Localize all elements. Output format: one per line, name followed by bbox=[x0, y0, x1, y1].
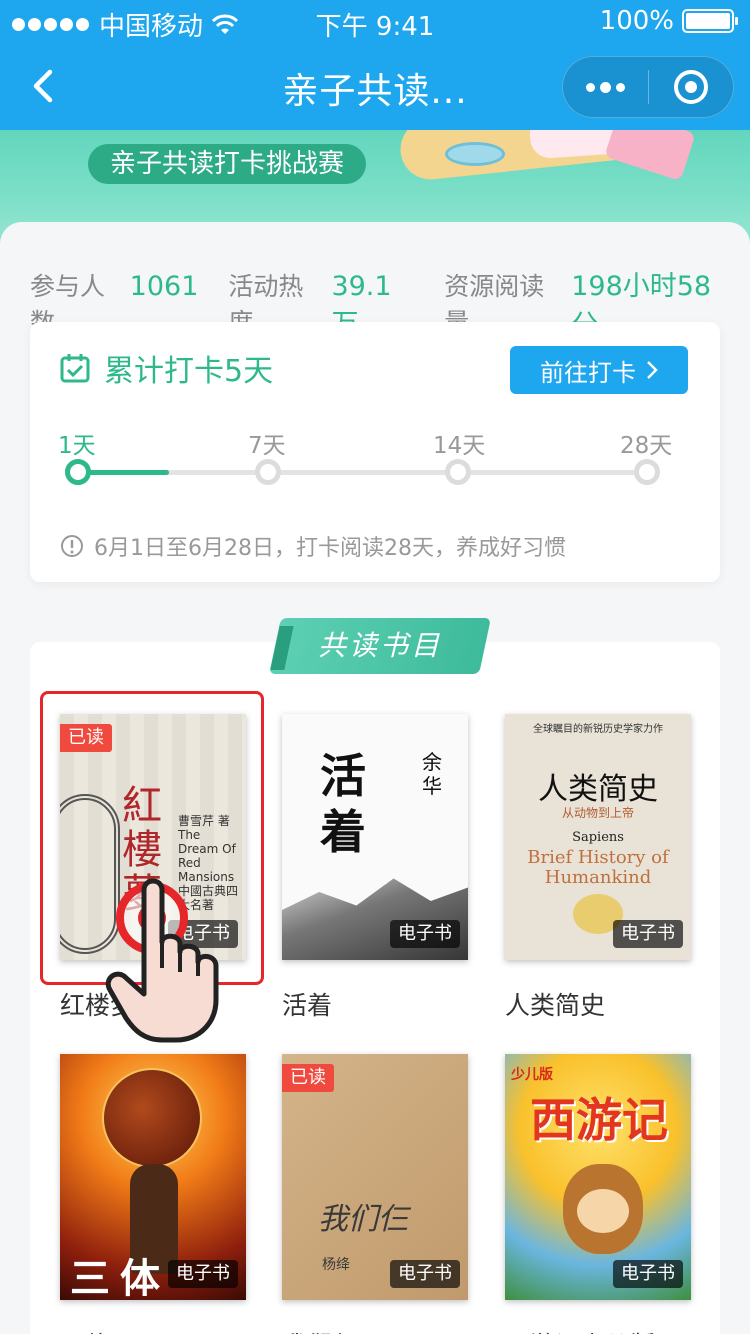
book-title: 三体 bbox=[60, 1326, 110, 1334]
info-icon bbox=[61, 535, 83, 557]
cover-monkey-face bbox=[577, 1189, 629, 1233]
milestone-labels: 1天 7天 14天 28天 bbox=[58, 426, 698, 459]
status-bar: 中国移动 下午 9:41 100% bbox=[0, 0, 750, 44]
banner-tag: 亲子共读打卡挑战赛 bbox=[88, 144, 367, 184]
ebook-tag: 电子书 bbox=[390, 920, 460, 948]
battery-icon bbox=[682, 9, 738, 33]
milestone-node bbox=[255, 459, 281, 485]
cover-edition: 少儿版 bbox=[511, 1067, 553, 1083]
book-list-heading: 共读书目 bbox=[269, 618, 491, 674]
cover-author: 杨绛 bbox=[322, 1257, 350, 1273]
cover-title: 西游记 bbox=[530, 1093, 668, 1147]
book-cover[interactable]: 活着 余华 电子书 bbox=[282, 714, 468, 960]
checkin-note: 6月1日至6月28日，打卡阅读28天，养成好习惯 bbox=[94, 536, 566, 561]
milestone-label: 1天 bbox=[58, 433, 96, 459]
pointing-hand-icon bbox=[105, 878, 219, 1043]
book-cover[interactable]: 我们仨 杨绛 已读 电子书 bbox=[282, 1054, 468, 1300]
nav-bar: 亲子共读... bbox=[0, 44, 750, 130]
milestone-label: 14天 bbox=[433, 433, 486, 459]
book-title: 活着 bbox=[282, 991, 333, 1020]
milestone-node bbox=[65, 459, 91, 485]
battery-percent: 100% bbox=[599, 6, 674, 36]
cover-title: 活着 bbox=[320, 749, 366, 859]
close-miniprogram-icon[interactable] bbox=[649, 56, 734, 118]
book-title: 西游记少儿版 bbox=[505, 1326, 655, 1334]
milestone-label: 28天 bbox=[620, 433, 673, 459]
go-checkin-button[interactable]: 前往打卡 bbox=[510, 346, 688, 394]
checkin-total: 累计打卡5天 bbox=[104, 354, 274, 389]
milestone-node bbox=[634, 459, 660, 485]
cover-planet bbox=[102, 1068, 202, 1168]
cover-title: 我们仨 bbox=[318, 1202, 408, 1237]
checkin-progress-fill bbox=[78, 470, 170, 475]
checkin-card: 累计打卡5天 前往打卡 1天 7天 14天 28天 6月1日至6月28日，打卡阅… bbox=[30, 322, 720, 582]
ebook-tag: 电子书 bbox=[613, 920, 683, 948]
banner-illustration-cup bbox=[445, 142, 505, 166]
book-list-title: 共读书目 bbox=[317, 629, 442, 662]
book-cover[interactable]: 全球瞩目的新锐历史学家力作 人类简史 从动物到上帝 Sapiens Brief … bbox=[505, 714, 691, 960]
calendar-check-icon bbox=[60, 354, 90, 383]
milestone-label: 7天 bbox=[248, 433, 286, 459]
cover-author: 余华 bbox=[422, 750, 442, 798]
ebook-tag: 电子书 bbox=[168, 1260, 238, 1288]
more-icon[interactable] bbox=[563, 56, 648, 118]
banner-illustration-cushion bbox=[604, 130, 696, 182]
checkin-progress-track bbox=[78, 470, 648, 475]
stat-value: 1061 bbox=[129, 271, 199, 302]
miniprogram-capsule bbox=[562, 56, 734, 118]
chevron-right-icon bbox=[647, 361, 658, 379]
cover-title: 三体 bbox=[70, 1256, 170, 1300]
cover-headline: 全球瞩目的新锐历史学家力作 bbox=[533, 724, 663, 735]
ebook-tag: 电子书 bbox=[613, 1260, 683, 1288]
cover-en-subtitle: Brief History of Humankind bbox=[527, 847, 669, 888]
book-cover[interactable]: 少儿版 西游记 电子书 bbox=[505, 1054, 691, 1300]
cover-title: 人类简史 bbox=[538, 772, 658, 807]
book-title: 人类简史 bbox=[505, 991, 606, 1020]
ebook-tag: 电子书 bbox=[390, 1260, 460, 1288]
cover-subtitle: 从动物到上帝 bbox=[561, 806, 634, 820]
go-checkin-label: 前往打卡 bbox=[540, 358, 636, 387]
cover-en-title: Sapiens bbox=[572, 830, 624, 845]
book-cover[interactable]: 三体 电子书 bbox=[60, 1054, 246, 1300]
read-badge: 已读 bbox=[282, 1064, 334, 1092]
milestone-node bbox=[445, 459, 471, 485]
book-title: 我们仨 bbox=[282, 1326, 357, 1334]
